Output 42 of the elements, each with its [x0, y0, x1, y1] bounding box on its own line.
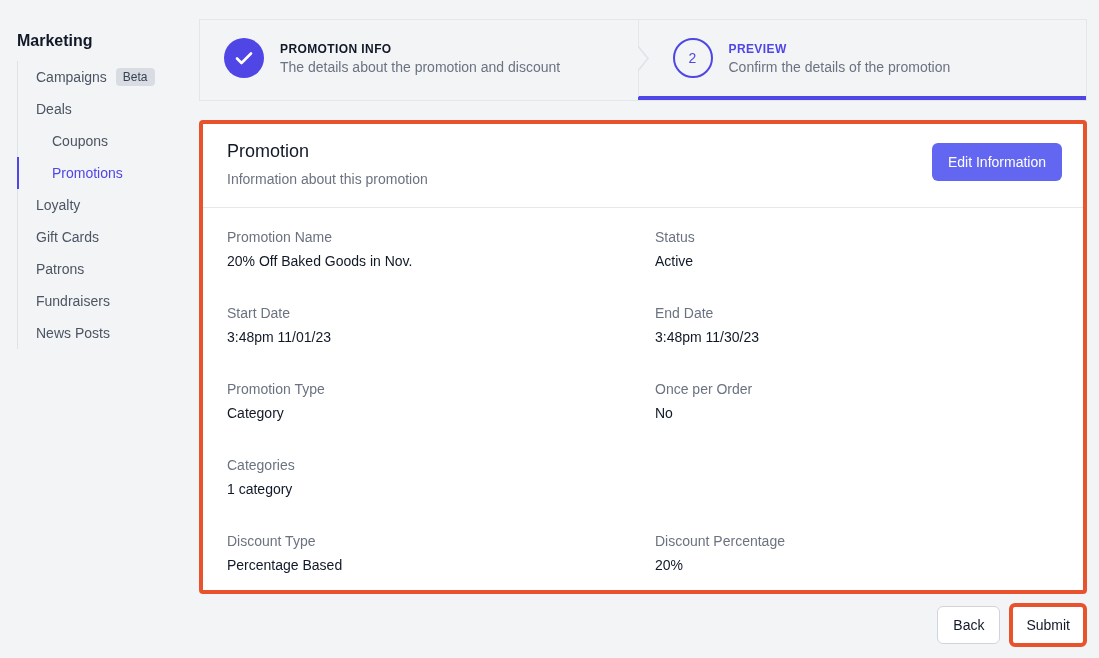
field-value: 20% [655, 557, 685, 573]
field-label: Discount Percentage [655, 533, 786, 549]
check-circle-icon [224, 38, 264, 78]
action-button[interactable]: Back [937, 606, 1001, 644]
field-value: 1 category [227, 481, 294, 497]
sidebar-item[interactable]: Patrons [17, 253, 85, 285]
card-title: Promotion [227, 141, 311, 162]
step-description: The details about the promotion and discount [280, 58, 561, 75]
field-label: Promotion Type [227, 381, 326, 397]
step-title: PROMOTION INFO [280, 41, 393, 56]
step-title: PREVIEW [728, 41, 788, 56]
field-label: Once per Order [655, 381, 754, 397]
sidebar-item[interactable]: Deals [17, 93, 72, 125]
sidebar-item[interactable]: Gift Cards [17, 221, 99, 253]
step[interactable]: 2 PREVIEW Confirm the details of the promotion [637, 20, 1086, 100]
sidebar-item[interactable]: Fundraisers [17, 285, 110, 317]
sidebar-title: Marketing [17, 32, 94, 50]
step-description: Confirm the details of the promotion [728, 58, 951, 75]
step-number: 2 [672, 38, 713, 78]
field-value: Active [655, 253, 695, 269]
sidebar-item[interactable]: Coupons [17, 125, 109, 157]
field-value: Category [227, 405, 285, 421]
beta-badge: Beta [115, 68, 155, 86]
sidebar-item[interactable]: Loyalty [17, 189, 81, 221]
sidebar-item[interactable]: Promotions [17, 157, 123, 189]
sidebar-item[interactable]: News Posts [17, 317, 110, 349]
field-label: Status [655, 229, 696, 245]
field-value: Percentage Based [227, 557, 344, 573]
field-label: Discount Type [227, 533, 317, 549]
field-value: 3:48pm 11/01/23 [227, 329, 333, 345]
field-label: Categories [227, 457, 296, 473]
field-label: End Date [655, 305, 715, 321]
field-value: 3:48pm 11/30/23 [655, 329, 761, 345]
field-label: Start Date [227, 305, 292, 321]
sidebar-item[interactable]: Campaigns [17, 61, 107, 93]
field-label: Promotion Name [227, 229, 334, 245]
field-value: No [655, 405, 674, 421]
card-subtitle: Information about this promotion [227, 171, 428, 187]
step[interactable]: PROMOTION INFO The details about the promotion and discount [200, 20, 638, 100]
action-button[interactable]: Submit [1009, 603, 1087, 647]
edit-information-button[interactable]: Edit Information [931, 143, 1062, 181]
field-value: 20% Off Baked Goods in Nov. [227, 253, 414, 269]
